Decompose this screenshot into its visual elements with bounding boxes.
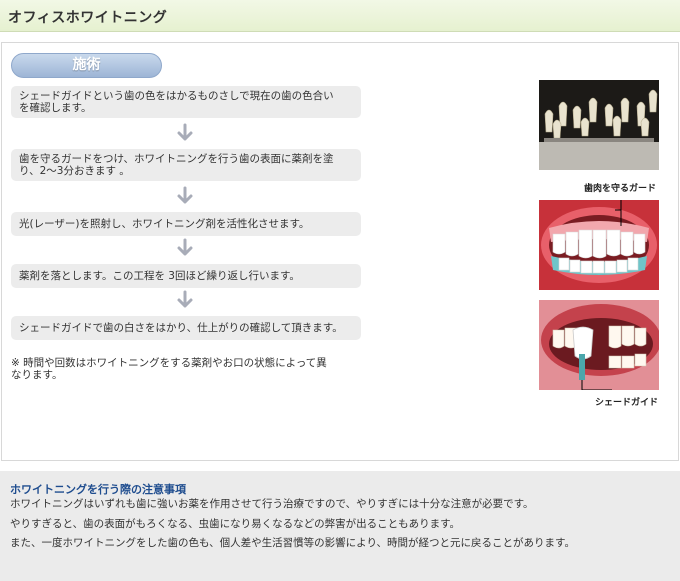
step-box: シェードガイドという歯の色をはかるものさしで現在の歯の色合い を確認します。 bbox=[11, 86, 361, 118]
shade-guide-label: シェードガイド bbox=[595, 398, 659, 408]
caution-title: ホワイトニングを行う際の注意事項 bbox=[10, 483, 186, 496]
caution-line: ホワイトニングはいずれも歯に強いお薬を作用させて行う治療ですので、やりすぎには十… bbox=[10, 498, 534, 510]
shade-check-illustration bbox=[539, 300, 659, 390]
down-arrow-icon bbox=[177, 123, 193, 141]
page-title: オフィスホワイトニング bbox=[8, 10, 168, 26]
step-text: 歯を守るガードをつけ、ホワイトニングを行う歯の表面に薬剤を塗 bbox=[19, 153, 334, 165]
step-box: 歯を守るガードをつけ、ホワイトニングを行う歯の表面に薬剤を塗 り、2～3分おきま… bbox=[11, 149, 361, 181]
gum-guard-label: 歯肉を守るガード bbox=[584, 184, 657, 194]
step-text: 光(レーザー)を照射し、ホワイトニング剤を活性化させます。 bbox=[19, 218, 310, 230]
page-header: オフィスホワイトニング bbox=[0, 0, 680, 32]
down-arrow-icon bbox=[177, 186, 193, 204]
gum-guard-illustration bbox=[539, 200, 659, 290]
step-text: シェードガイドで歯の白さをはかり、仕上がりの確認して頂きます。 bbox=[19, 322, 343, 334]
note-line: なります。 bbox=[11, 369, 63, 381]
note-line: ※ 時間や回数はホワイトニングをする薬剤やお口の状態によって異 bbox=[11, 357, 327, 369]
step-box: 光(レーザー)を照射し、ホワイトニング剤を活性化させます。 bbox=[11, 212, 361, 236]
step-text: を確認します。 bbox=[19, 102, 92, 114]
caution-line: また、一度ホワイトニングをした歯の色も、個人差や生活習慣等の影響により、時間が経… bbox=[10, 537, 576, 549]
caution-section: ホワイトニングを行う際の注意事項 ホワイトニングはいずれも歯に強いお薬を作用させ… bbox=[0, 471, 680, 581]
step-box: シェードガイドで歯の白さをはかり、仕上がりの確認して頂きます。 bbox=[11, 316, 361, 340]
step-text: 薬剤を落とします。この工程を 3回ほど繰り返し行います。 bbox=[19, 270, 300, 282]
caution-line: やりすぎると、歯の表面がもろくなる、虫歯になり易くなるなどの弊害が出ることもあり… bbox=[10, 518, 461, 530]
section-pill: 施術 bbox=[11, 53, 162, 78]
step-box: 薬剤を落とします。この工程を 3回ほど繰り返し行います。 bbox=[11, 264, 361, 288]
note-text: ※ 時間や回数はホワイトニングをする薬剤やお口の状態によって異 なります。 bbox=[11, 357, 356, 381]
step-text: シェードガイドという歯の色をはかるものさしで現在の歯の色合い bbox=[19, 90, 334, 102]
step-text: り、2～3分おきます 。 bbox=[19, 165, 130, 177]
down-arrow-icon bbox=[177, 290, 193, 308]
down-arrow-icon bbox=[177, 238, 193, 256]
shade-guide-photo bbox=[539, 80, 659, 170]
